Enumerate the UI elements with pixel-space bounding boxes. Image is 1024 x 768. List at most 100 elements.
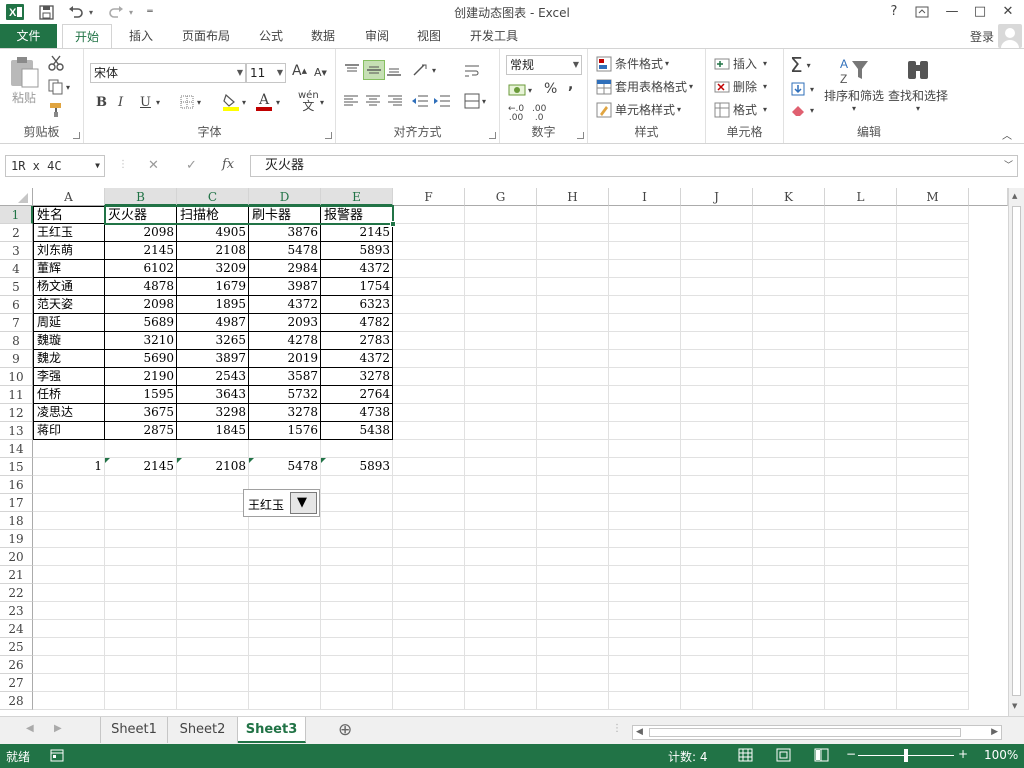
horizontal-scroll-thumb[interactable]: [649, 728, 961, 737]
cell-b6[interactable]: 2098: [105, 296, 177, 314]
cell-c27[interactable]: [177, 674, 249, 692]
align-right-icon[interactable]: [388, 95, 402, 107]
cell-c28[interactable]: [177, 692, 249, 710]
cell-l12[interactable]: [825, 404, 897, 422]
cell-j10[interactable]: [681, 368, 753, 386]
cell-e23[interactable]: [321, 602, 393, 620]
cell-g14[interactable]: [465, 440, 537, 458]
cell-d8[interactable]: 4278: [249, 332, 321, 350]
cell-k12[interactable]: [753, 404, 825, 422]
fill-color-icon[interactable]: ▾: [222, 93, 246, 111]
borders-icon[interactable]: ▾: [180, 95, 201, 109]
cell-m6[interactable]: [897, 296, 969, 314]
cell-j7[interactable]: [681, 314, 753, 332]
cell-h16[interactable]: [537, 476, 609, 494]
cell-k16[interactable]: [753, 476, 825, 494]
cell-f17[interactable]: [393, 494, 465, 512]
cell-f15[interactable]: [393, 458, 465, 476]
number-format-combo[interactable]: 常规 ▼: [506, 55, 582, 75]
cell-e4[interactable]: 4372: [321, 260, 393, 278]
column-header-l[interactable]: L: [825, 188, 897, 206]
cell-styles-button[interactable]: 单元格样式 ▾: [596, 101, 681, 118]
cell-g5[interactable]: [465, 278, 537, 296]
cell-m4[interactable]: [897, 260, 969, 278]
cell-m13[interactable]: [897, 422, 969, 440]
column-header-i[interactable]: I: [609, 188, 681, 206]
tab-home[interactable]: 开始: [62, 24, 112, 49]
sort-filter-button[interactable]: AZ 排序和筛选 ▾: [824, 55, 884, 113]
cell-h1[interactable]: [537, 206, 609, 224]
cell-d20[interactable]: [249, 548, 321, 566]
cell-f22[interactable]: [393, 584, 465, 602]
cell-j1[interactable]: [681, 206, 753, 224]
collapse-ribbon-icon[interactable]: ︿: [1002, 127, 1012, 142]
cell-b10[interactable]: 2190: [105, 368, 177, 386]
cell-e3[interactable]: 5893: [321, 242, 393, 260]
cell-l13[interactable]: [825, 422, 897, 440]
cell-m11[interactable]: [897, 386, 969, 404]
cell-m7[interactable]: [897, 314, 969, 332]
cell-j27[interactable]: [681, 674, 753, 692]
font-name-combo[interactable]: 宋体 ▼: [90, 63, 246, 83]
cell-h28[interactable]: [537, 692, 609, 710]
cell-h26[interactable]: [537, 656, 609, 674]
cell-b24[interactable]: [105, 620, 177, 638]
cell-h8[interactable]: [537, 332, 609, 350]
format-painter-icon[interactable]: [48, 102, 64, 118]
cell-h18[interactable]: [537, 512, 609, 530]
cell-d5[interactable]: 3987: [249, 278, 321, 296]
bold-button[interactable]: B: [96, 95, 107, 110]
cell-k7[interactable]: [753, 314, 825, 332]
cell-l7[interactable]: [825, 314, 897, 332]
cell-a8[interactable]: 魏璇: [33, 332, 105, 350]
cell-f4[interactable]: [393, 260, 465, 278]
cell-e27[interactable]: [321, 674, 393, 692]
cell-i12[interactable]: [609, 404, 681, 422]
column-header-m[interactable]: M: [897, 188, 969, 206]
cell-g25[interactable]: [465, 638, 537, 656]
column-header-e[interactable]: E: [321, 188, 393, 206]
cell-c1[interactable]: 扫描枪: [177, 206, 249, 224]
cell-h7[interactable]: [537, 314, 609, 332]
sheet-tab-sheet3[interactable]: Sheet3: [238, 717, 306, 743]
underline-button[interactable]: U: [140, 95, 151, 110]
tab-formulas[interactable]: 公式: [248, 24, 294, 48]
row-header-19[interactable]: 19: [0, 530, 33, 548]
align-left-icon[interactable]: [344, 95, 358, 107]
cell-i26[interactable]: [609, 656, 681, 674]
normal-view-icon[interactable]: [738, 748, 753, 765]
cell-j8[interactable]: [681, 332, 753, 350]
column-header-g[interactable]: G: [465, 188, 537, 206]
cell-c24[interactable]: [177, 620, 249, 638]
row-header-24[interactable]: 24: [0, 620, 33, 638]
cell-c26[interactable]: [177, 656, 249, 674]
combo-dropdown-button[interactable]: ▼: [290, 492, 317, 514]
scroll-right-icon[interactable]: ▶: [991, 727, 998, 737]
cell-i8[interactable]: [609, 332, 681, 350]
row-header-9[interactable]: 9: [0, 350, 33, 368]
font-size-combo[interactable]: 11 ▼: [246, 63, 286, 83]
cell-b12[interactable]: 3675: [105, 404, 177, 422]
cell-h2[interactable]: [537, 224, 609, 242]
row-header-14[interactable]: 14: [0, 440, 33, 458]
cell-e14[interactable]: [321, 440, 393, 458]
cell-g17[interactable]: [465, 494, 537, 512]
align-middle-icon[interactable]: [363, 60, 385, 80]
cell-f28[interactable]: [393, 692, 465, 710]
cell-j12[interactable]: [681, 404, 753, 422]
cell-j4[interactable]: [681, 260, 753, 278]
cell-f21[interactable]: [393, 566, 465, 584]
cell-f5[interactable]: [393, 278, 465, 296]
cell-h22[interactable]: [537, 584, 609, 602]
cell-e20[interactable]: [321, 548, 393, 566]
cell-f9[interactable]: [393, 350, 465, 368]
cell-g6[interactable]: [465, 296, 537, 314]
prev-sheet-icon[interactable]: ◀: [26, 723, 34, 734]
cell-g13[interactable]: [465, 422, 537, 440]
cell-a1[interactable]: 姓名: [33, 206, 105, 224]
cell-a23[interactable]: [33, 602, 105, 620]
cell-c14[interactable]: [177, 440, 249, 458]
cell-j17[interactable]: [681, 494, 753, 512]
insert-cells-button[interactable]: 插入 ▾: [714, 55, 767, 72]
cell-j2[interactable]: [681, 224, 753, 242]
